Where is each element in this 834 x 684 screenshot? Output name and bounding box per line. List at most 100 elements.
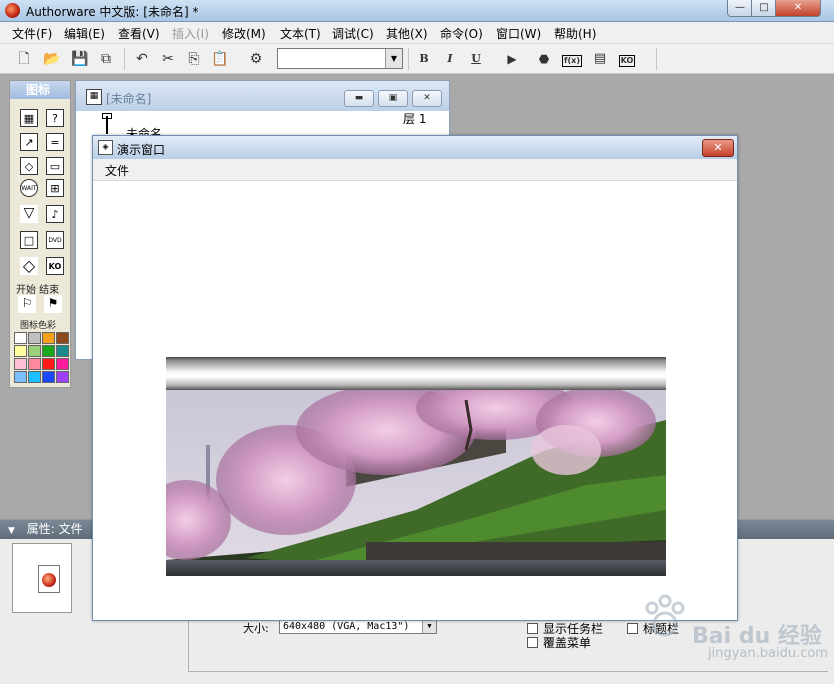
app-title: Authorware 中文版: [未命名] *	[26, 5, 199, 19]
menu-window[interactable]: 窗口(W)	[496, 25, 541, 42]
menu-help[interactable]: 帮助(H)	[554, 25, 596, 42]
sound-icon[interactable]: ♪	[46, 205, 64, 223]
menu-command[interactable]: 命令(O)	[440, 25, 483, 42]
maximize-button[interactable]: □	[751, 0, 777, 17]
color-swatch[interactable]	[28, 358, 41, 370]
collapse-arrow-icon[interactable]: ▼	[8, 526, 15, 536]
movie-diamond-icon[interactable]: ◇	[20, 257, 38, 275]
ko-icon[interactable]: KO	[46, 257, 64, 275]
knowledge-objects-button[interactable]: KO	[617, 49, 637, 69]
color-swatch[interactable]	[56, 371, 69, 383]
menu-view[interactable]: 查看(V)	[118, 25, 160, 42]
control-panel-icon[interactable]: ⬣	[534, 49, 554, 69]
image-scroll-band	[166, 357, 666, 390]
functions-button[interactable]: f(x)	[562, 49, 582, 69]
presentation-close-button[interactable]: ✕	[702, 139, 734, 157]
color-swatch[interactable]	[56, 332, 69, 344]
color-swatch[interactable]	[14, 371, 27, 383]
color-swatch[interactable]	[28, 345, 41, 357]
motion-icon[interactable]: ↗	[20, 133, 38, 151]
color-swatch[interactable]	[28, 371, 41, 383]
cut-icon[interactable]: ✂	[158, 49, 178, 69]
dvd-icon[interactable]: DVD	[46, 231, 64, 249]
authorware-file-icon	[42, 573, 56, 587]
document-icon	[38, 565, 60, 593]
new-file-icon[interactable]: 🗋	[14, 49, 34, 69]
palette-title: 图标	[10, 81, 70, 99]
watermark-url: jingyan.baidu.com	[708, 646, 828, 661]
size-dropdown[interactable]: 640x480 (VGA, Mac13") ▼	[279, 619, 437, 634]
erase-icon[interactable]: ◇	[20, 157, 38, 175]
blossom-tree	[531, 425, 601, 475]
design-window-title: [未命名]	[106, 92, 152, 106]
decision-icon[interactable]: ?	[46, 109, 64, 127]
find-icon[interactable]: ⚙	[246, 49, 266, 69]
stop-flag-icon[interactable]: ⚑	[44, 295, 62, 313]
underline-button[interactable]: U	[466, 49, 486, 69]
color-swatch[interactable]	[42, 358, 55, 370]
copy-icon[interactable]: ⎘	[184, 49, 204, 69]
font-style-combo[interactable]: ▼	[277, 48, 403, 69]
chevron-down-icon[interactable]: ▼	[422, 620, 436, 633]
menu-other[interactable]: 其他(X)	[386, 25, 428, 42]
menu-edit[interactable]: 编辑(E)	[64, 25, 105, 42]
menu-debug[interactable]: 调试(C)	[332, 25, 374, 42]
color-swatch[interactable]	[14, 345, 27, 357]
toolbar-divider	[408, 48, 409, 70]
restart-icon[interactable]: ▶	[502, 49, 522, 69]
start-flag-icon[interactable]: ⚐	[18, 295, 36, 313]
map-icon[interactable]: □	[20, 231, 38, 249]
stone-wall-lower	[366, 542, 666, 560]
import-icon[interactable]: ⧉	[96, 49, 116, 69]
color-swatch[interactable]	[28, 332, 41, 344]
chevron-down-icon[interactable]: ▼	[385, 49, 402, 68]
undo-icon[interactable]: ↶	[132, 49, 152, 69]
framework-icon[interactable]: ⊞	[46, 179, 64, 197]
color-swatch[interactable]	[42, 345, 55, 357]
close-button[interactable]: ✕	[775, 0, 821, 17]
italic-button[interactable]: I	[440, 49, 460, 69]
calculation-icon[interactable]: =	[46, 133, 64, 151]
show-taskbar-checkbox[interactable]	[527, 623, 538, 634]
paw-icon	[645, 594, 685, 637]
icon-palette: 图标 ▦ ? ↗ = ◇ ▭ WAIT ⊞ ▽ ♪ □ DVD ◇ KO 开始 …	[9, 80, 71, 388]
layer-indicator: 层 1	[403, 112, 427, 126]
icon-color-label: 图标色彩	[20, 321, 57, 331]
variables-icon[interactable]: ▤	[590, 49, 610, 69]
open-folder-icon[interactable]: 📂	[42, 49, 62, 69]
design-maximize-button[interactable]: ▣	[378, 90, 408, 107]
toolbar-divider	[656, 48, 657, 70]
river	[166, 560, 666, 576]
flowline	[106, 116, 108, 134]
navigate-icon[interactable]: ▭	[46, 157, 64, 175]
presentation-window: ◈ 演示窗口 ✕ 文件	[92, 135, 738, 621]
cherry-blossom-scene	[166, 390, 666, 576]
flowline-window-icon: ▦	[86, 89, 102, 105]
titlebar-checkbox[interactable]	[627, 623, 638, 634]
design-window-titlebar[interactable]: ▦ [未命名] ▬ ▣ ✕	[76, 81, 449, 111]
cover-menu-checkbox[interactable]	[527, 637, 538, 648]
presentation-menu-file[interactable]: 文件	[105, 162, 129, 179]
color-swatch[interactable]	[14, 358, 27, 370]
color-swatch[interactable]	[42, 332, 55, 344]
save-all-icon[interactable]: 💾	[70, 49, 90, 69]
presentation-titlebar[interactable]: ◈ 演示窗口 ✕	[93, 136, 737, 159]
size-label: 大小:	[243, 622, 269, 635]
menu-insert[interactable]: 插入(I)	[172, 25, 209, 42]
display-icon[interactable]: ▦	[20, 109, 38, 127]
color-swatch[interactable]	[42, 371, 55, 383]
color-swatch[interactable]	[56, 345, 69, 357]
bold-button[interactable]: B	[414, 49, 434, 69]
interaction-icon[interactable]: ▽	[20, 205, 38, 223]
design-minimize-button[interactable]: ▬	[344, 90, 374, 107]
presentation-window-icon: ◈	[98, 140, 113, 155]
wait-icon[interactable]: WAIT	[20, 179, 38, 197]
menu-modify[interactable]: 修改(M)	[222, 25, 266, 42]
paste-icon[interactable]: 📋	[210, 49, 230, 69]
color-swatch[interactable]	[14, 332, 27, 344]
menu-text[interactable]: 文本(T)	[280, 25, 321, 42]
design-close-button[interactable]: ✕	[412, 90, 442, 107]
minimize-button[interactable]: —	[727, 0, 753, 17]
color-swatch[interactable]	[56, 358, 69, 370]
menu-file[interactable]: 文件(F)	[12, 25, 52, 42]
